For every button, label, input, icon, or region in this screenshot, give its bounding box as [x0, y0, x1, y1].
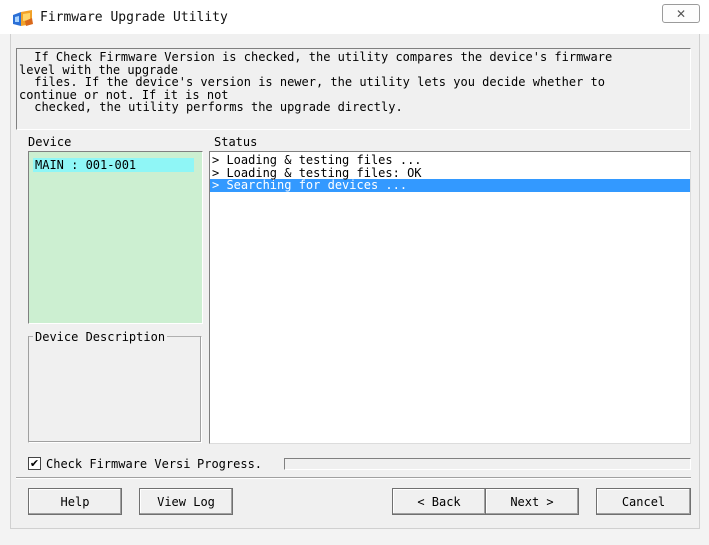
window-title: Firmware Upgrade Utility [40, 10, 228, 25]
status-label: Status [214, 135, 258, 149]
cancel-button[interactable]: Cancel [596, 488, 691, 515]
info-line: checked, the utility performs the upgrad… [27, 100, 403, 114]
close-button[interactable]: ✕ [662, 4, 700, 23]
device-description-group: Device Description [28, 330, 202, 443]
check-firmware-label[interactable]: Check Firmware Versi [46, 458, 191, 470]
firmware-upgrade-window: Firmware Upgrade Utility ✕ If Check Firm… [0, 0, 709, 545]
divider [16, 477, 691, 479]
device-description-label: Device Description [33, 330, 168, 344]
progress-bar [284, 458, 691, 470]
info-line: If Check Firmware Version is checked, th… [27, 50, 613, 64]
progress-label: Progress. [197, 457, 263, 471]
checkmark-icon: ✔ [29, 457, 40, 470]
close-icon: ✕ [675, 6, 687, 21]
device-label: Device [28, 135, 72, 149]
back-button[interactable]: < Back [392, 488, 486, 515]
help-button[interactable]: Help [28, 488, 122, 515]
next-button[interactable]: Next > [485, 488, 579, 515]
info-text-box: If Check Firmware Version is checked, th… [16, 48, 691, 130]
firmware-app-icon [12, 9, 34, 27]
device-list[interactable]: MAIN : 001-001 [28, 151, 203, 324]
check-firmware-checkbox[interactable]: ✔ [28, 457, 41, 470]
device-list-item[interactable]: MAIN : 001-001 [33, 158, 194, 172]
info-line: files. If the device's version is newer,… [27, 75, 605, 89]
title-bar[interactable]: Firmware Upgrade Utility ✕ [0, 0, 709, 34]
status-log-list[interactable]: > Loading & testing files ... > Loading … [209, 151, 691, 444]
status-row-selected[interactable]: > Searching for devices ... [210, 179, 690, 192]
status-row[interactable]: > Loading & testing files ... [210, 154, 690, 167]
view-log-button[interactable]: View Log [139, 488, 233, 515]
